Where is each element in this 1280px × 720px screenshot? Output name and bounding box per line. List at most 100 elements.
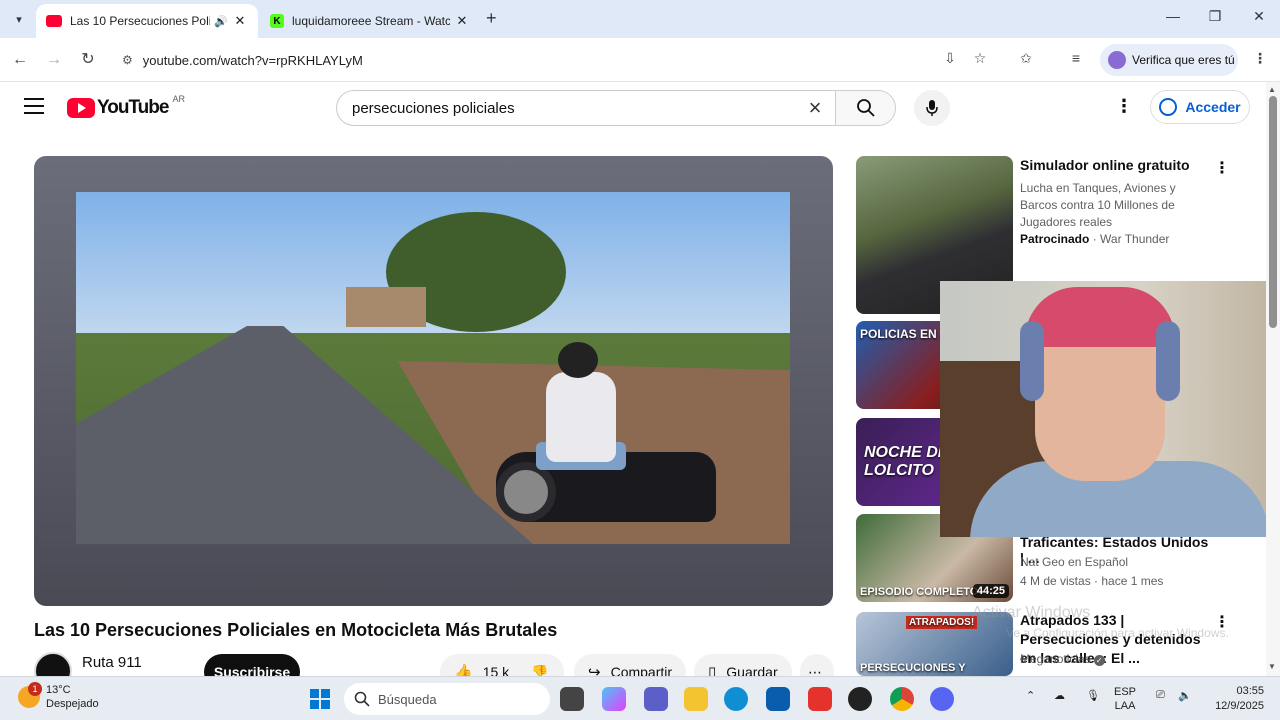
youtube-header: YouTube AR persecuciones policiales × ⋮ … xyxy=(0,82,1266,134)
verified-icon: ✓ xyxy=(1093,655,1105,666)
app-icon[interactable] xyxy=(848,687,872,711)
tab-kick[interactable]: K luquidamoreee Stream - Watch ✕ xyxy=(260,4,480,38)
profile-avatar-icon xyxy=(1108,51,1126,69)
reload-icon[interactable]: ↻ xyxy=(76,48,100,72)
youtube-play-icon xyxy=(67,98,95,118)
notification-badge: 1 xyxy=(28,682,42,696)
teams-icon[interactable] xyxy=(644,687,668,711)
microphone-icon xyxy=(926,100,938,116)
tray-overflow-icon[interactable]: ⌃ xyxy=(1026,689,1035,702)
signin-button[interactable]: Acceder xyxy=(1150,90,1250,124)
kick-favicon-icon: K xyxy=(270,14,284,28)
search-icon xyxy=(354,691,370,707)
activate-windows-watermark: Activar Windows xyxy=(972,604,1091,621)
tab-search-chevron-icon[interactable]: ▾ xyxy=(8,8,30,30)
thumb-text: EPISODIO COMPLETO xyxy=(860,586,979,598)
rec-title[interactable]: Simulador online gratuito xyxy=(1020,157,1210,173)
screen: ▾ Las 10 Persecuciones Policia 🔊 ✕ K luq… xyxy=(0,0,1280,720)
weather-widget[interactable]: 1 13°C Despejado xyxy=(18,682,99,711)
language-indicator[interactable]: ESP LAA xyxy=(1114,685,1136,713)
hamburger-menu-icon[interactable] xyxy=(24,98,44,114)
sponsored-label: Patrocinado xyxy=(1020,232,1090,246)
close-tab-icon[interactable]: ✕ xyxy=(232,13,248,29)
settings-menu-icon[interactable]: ⋮ xyxy=(1114,96,1134,120)
rec-channel[interactable]: Meganoticias xyxy=(1020,652,1091,666)
network-icon[interactable]: ⎚ xyxy=(1156,689,1165,702)
clock[interactable]: 03:55 12/9/2025 xyxy=(1206,684,1264,714)
rec-stats: 4 M de vistas · hace 1 mes xyxy=(1020,574,1164,588)
advertiser-name: War Thunder xyxy=(1100,232,1170,246)
webcam-overlay xyxy=(940,281,1280,537)
onedrive-icon[interactable]: ☁ xyxy=(1054,689,1065,702)
country-code: AR xyxy=(172,94,185,104)
bookmark-star-icon[interactable]: ☆ xyxy=(970,50,990,70)
url-text: youtube.com/watch?v=rpRKHLAYLyM xyxy=(142,52,363,68)
task-view-icon[interactable] xyxy=(560,687,584,711)
site-info-icon[interactable]: ⚙ xyxy=(122,53,133,67)
audio-playing-icon[interactable]: 🔊 xyxy=(214,15,228,28)
search-button[interactable] xyxy=(835,91,895,125)
tab-title: Las 10 Persecuciones Policia xyxy=(70,14,210,28)
copilot-icon[interactable] xyxy=(602,687,626,711)
forward-arrow-icon[interactable]: → xyxy=(42,48,66,72)
minimize-window-icon[interactable]: — xyxy=(1158,8,1188,24)
clock-time: 03:55 xyxy=(1236,685,1264,697)
weather-condition: Despejado xyxy=(46,698,99,710)
rec-channel[interactable]: Nat Geo en Español xyxy=(1020,554,1210,571)
volume-icon[interactable]: 🔈 xyxy=(1178,689,1192,702)
activate-windows-subtext: Ve a Configuración para activar Windows. xyxy=(1006,626,1229,640)
rec-age: hace 1 mes xyxy=(1101,574,1164,588)
video-frame xyxy=(76,192,790,544)
rec-menu-icon[interactable]: ⋮ xyxy=(1214,158,1230,178)
lang-secondary: LAA xyxy=(1114,700,1136,712)
rec-description: Lucha en Tanques, Aviones y Barcos contr… xyxy=(1020,181,1176,229)
media-control-icon[interactable]: ≡ xyxy=(1066,50,1086,70)
back-arrow-icon[interactable]: ← xyxy=(8,48,32,72)
thumb-text-2: PERSECUCIONES Y xyxy=(860,662,966,674)
address-bar[interactable]: ⚙ youtube.com/watch?v=rpRKHLAYLyM xyxy=(112,44,932,76)
install-app-icon[interactable]: ⇩ xyxy=(940,50,960,70)
store-icon[interactable] xyxy=(766,687,790,711)
scroll-up-icon[interactable]: ▲ xyxy=(1268,85,1276,94)
favorites-icon[interactable]: ✩ xyxy=(1016,50,1036,70)
video-duration: 44:25 xyxy=(972,584,1009,598)
chrome-icon[interactable] xyxy=(890,687,914,711)
video-player[interactable] xyxy=(34,156,833,606)
page-scrollbar[interactable]: ▲ ▼ xyxy=(1266,82,1280,676)
account-icon xyxy=(1159,98,1178,116)
scroll-down-icon[interactable]: ▼ xyxy=(1268,662,1276,671)
microphone-tray-icon[interactable]: 🎙 xyxy=(1086,689,1100,702)
youtube-logo[interactable]: YouTube AR xyxy=(67,94,185,119)
profile-button[interactable]: Verifica que eres tú xyxy=(1100,44,1238,76)
clock-date: 12/9/2025 xyxy=(1215,700,1264,712)
tab-youtube[interactable]: Las 10 Persecuciones Policia 🔊 ✕ xyxy=(36,4,258,38)
rec-sponsor-line: Patrocinado · War Thunder xyxy=(1020,232,1170,246)
file-explorer-icon[interactable] xyxy=(684,687,708,711)
discord-icon[interactable] xyxy=(930,687,954,711)
new-tab-button[interactable]: + xyxy=(486,8,497,29)
weather-sun-icon: 1 xyxy=(18,682,42,708)
close-window-icon[interactable]: ✕ xyxy=(1244,8,1274,25)
close-tab-icon[interactable]: ✕ xyxy=(454,13,470,29)
windows-taskbar: 1 13°C Despejado Búsqueda ⌃ ☁ 🎙 ESP LAA … xyxy=(0,676,1280,720)
edge-icon[interactable] xyxy=(724,687,748,711)
voice-search-button[interactable] xyxy=(914,90,950,126)
scrollbar-thumb[interactable] xyxy=(1269,96,1277,328)
browser-menu-icon[interactable]: ⋮ xyxy=(1250,50,1270,70)
clear-search-icon[interactable]: × xyxy=(795,95,835,121)
thumb-text: ATRAPADOS! xyxy=(906,616,978,629)
rec-channel-line: Meganoticias ✓ xyxy=(1020,651,1210,668)
weather-temperature: 13°C xyxy=(46,684,71,696)
channel-name[interactable]: Ruta 911 xyxy=(82,654,142,671)
search-input[interactable]: persecuciones policiales xyxy=(337,100,795,117)
search-box[interactable]: persecuciones policiales × xyxy=(336,90,896,126)
profile-label: Verifica que eres tú xyxy=(1132,53,1235,67)
browser-toolbar: ← → ↻ ⚙ youtube.com/watch?v=rpRKHLAYLyM … xyxy=(0,38,1280,82)
restore-window-icon[interactable]: ❐ xyxy=(1200,8,1230,25)
rec-views: 4 M de vistas xyxy=(1020,574,1091,588)
start-button-icon[interactable] xyxy=(310,689,330,709)
taskbar-search[interactable]: Búsqueda xyxy=(344,683,550,715)
search-icon xyxy=(856,99,875,117)
wps-office-icon[interactable] xyxy=(808,687,832,711)
tab-title: luquidamoreee Stream - Watch xyxy=(292,14,450,28)
